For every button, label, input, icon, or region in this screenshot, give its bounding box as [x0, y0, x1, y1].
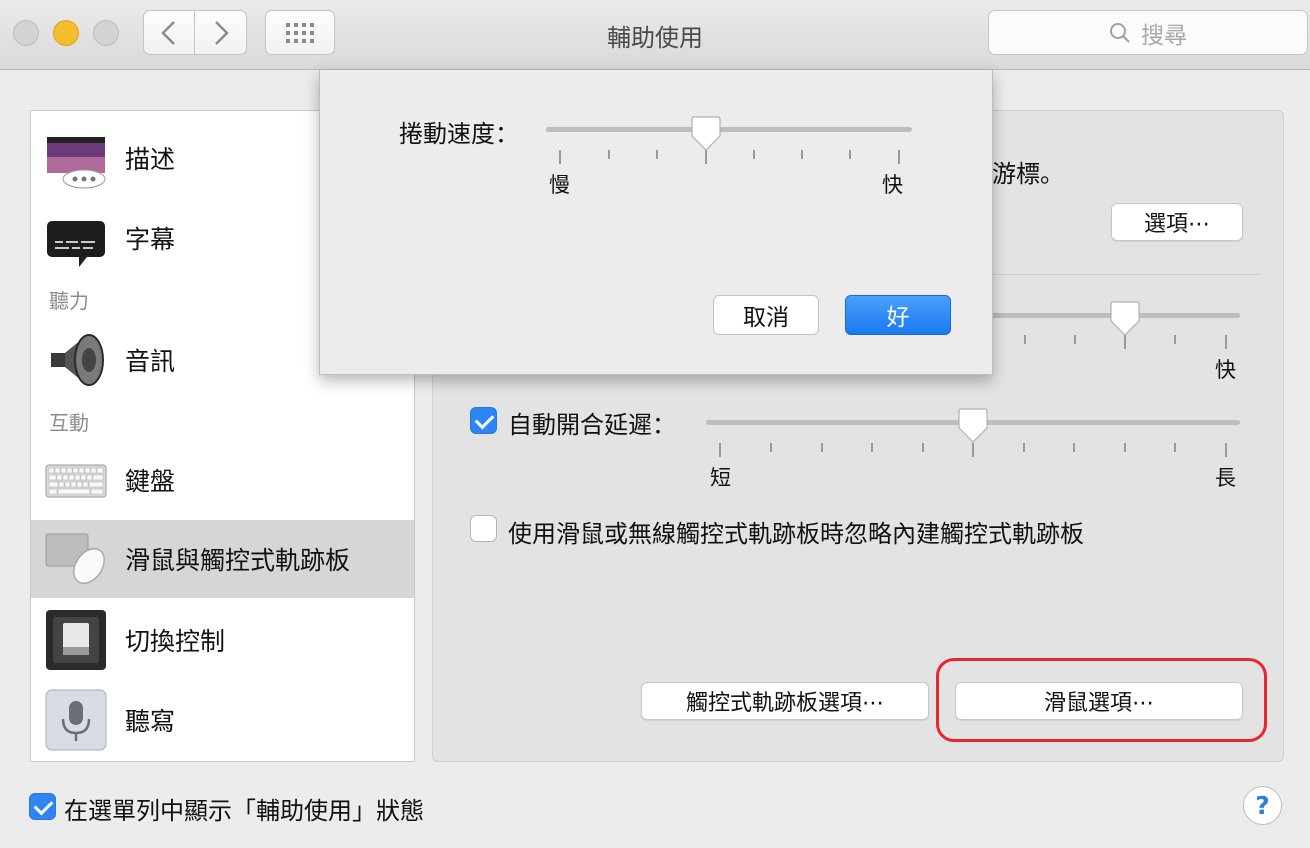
search-placeholder: 搜尋: [1141, 22, 1187, 49]
scroll-speed-label: 捲動速度：: [399, 120, 519, 148]
slider-tick: [719, 443, 721, 457]
slider-tick: [1225, 335, 1227, 349]
slider-tick: [753, 150, 755, 159]
slider-tick: [871, 443, 873, 452]
slider-tick: [1174, 443, 1176, 452]
slider-tick: [1024, 335, 1026, 344]
search-field[interactable]: 搜尋: [988, 10, 1308, 55]
keyboard-icon: [45, 464, 107, 498]
sidebar-section-hearing: 聽力: [49, 289, 89, 313]
double-click-fast-label: 快: [1215, 358, 1236, 382]
show-in-menubar-checkbox[interactable]: [29, 793, 56, 820]
spring-loading-label: 自動開合延遲：: [508, 411, 676, 439]
slider-tick: [1124, 443, 1126, 452]
slider-tick: [1023, 443, 1025, 452]
sidebar-item-keyboard[interactable]: 鍵盤: [31, 441, 414, 519]
switch-control-icon: [46, 610, 106, 670]
help-button[interactable]: ?: [1243, 786, 1282, 825]
options-button[interactable]: 選項⋯: [1111, 203, 1243, 241]
sidebar-item-label: 切換控制: [125, 627, 226, 656]
spring-loading-short-label: 短: [710, 466, 731, 490]
scroll-speed-slider-knob[interactable]: [690, 116, 722, 152]
sidebar-item-label: 字幕: [125, 225, 176, 254]
sidebar-item-label: 聽寫: [125, 707, 176, 736]
slider-tick: [559, 150, 561, 164]
microphone-icon: [45, 689, 107, 751]
sidebar-item-switch-control[interactable]: 切換控制: [31, 601, 414, 679]
ignore-trackpad-checkbox[interactable]: [470, 515, 497, 542]
slider-tick: [656, 150, 658, 159]
slider-tick: [1074, 335, 1076, 344]
search-icon: [1110, 22, 1130, 43]
sidebar-item-label: 鍵盤: [125, 467, 176, 496]
sidebar-section-interaction: 互動: [49, 411, 89, 435]
slider-tick: [898, 150, 900, 164]
sidebar-item-label: 描述: [125, 145, 176, 174]
spring-loading-checkbox[interactable]: [470, 407, 497, 434]
slider-tick: [1073, 443, 1075, 452]
divider: [990, 274, 1260, 275]
sidebar-item-label: 音訊: [125, 347, 176, 376]
description-icon: [47, 137, 106, 189]
scroll-speed-fast-label: 快: [882, 173, 903, 197]
ignore-trackpad-label: 使用滑鼠或無線觸控式軌跡板時忽略內建觸控式軌跡板: [508, 520, 1084, 548]
speaker-icon: [51, 334, 104, 386]
slider-tick: [849, 150, 851, 159]
sidebar-item-mouse-trackpad[interactable]: 滑鼠與觸控式軌跡板: [31, 520, 414, 598]
mouse-trackpad-icon: [45, 533, 105, 585]
annotation-highlight: [936, 658, 1267, 742]
scroll-speed-sheet: 捲動速度： 慢 快 取消 好: [319, 70, 993, 375]
captions-icon: [47, 221, 105, 267]
slider-tick: [801, 150, 803, 159]
slider-tick: [821, 443, 823, 452]
slider-tick: [705, 150, 707, 164]
slider-tick: [972, 443, 974, 457]
title-bar: 輔助使用 搜尋: [0, 0, 1310, 70]
slider-tick: [922, 443, 924, 452]
sidebar-item-label: 滑鼠與觸控式軌跡板: [125, 546, 351, 575]
show-in-menubar-label: 在選單列中顯示「輔助使用」狀態: [64, 797, 424, 825]
spring-loading-slider-knob[interactable]: [957, 408, 989, 444]
slider-tick: [1174, 335, 1176, 344]
cursor-description-text: 游標。: [992, 160, 1064, 188]
spring-loading-long-label: 長: [1215, 466, 1236, 490]
cancel-button[interactable]: 取消: [713, 295, 819, 335]
ok-button[interactable]: 好: [845, 295, 951, 335]
slider-tick: [770, 443, 772, 452]
slider-tick: [608, 150, 610, 159]
slider-tick: [1225, 443, 1227, 457]
scroll-speed-slider-track[interactable]: [546, 127, 912, 132]
slider-tick: [1124, 335, 1126, 349]
sidebar-item-dictation[interactable]: 聽寫: [31, 681, 414, 759]
scroll-speed-slow-label: 慢: [549, 173, 570, 197]
trackpad-options-button[interactable]: 觸控式軌跡板選項⋯: [641, 682, 929, 720]
double-click-speed-slider-knob[interactable]: [1109, 301, 1141, 337]
